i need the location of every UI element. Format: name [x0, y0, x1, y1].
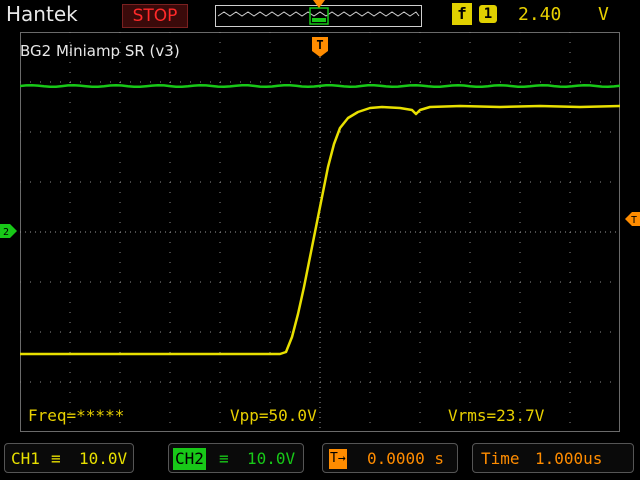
trigger-level-unit: V — [598, 4, 609, 25]
ch1-scale-button[interactable]: CH1 ≡ 10.0V — [4, 443, 134, 473]
dc-coupling-icon: ≡ — [51, 449, 61, 468]
timebase-label: Time — [481, 449, 520, 468]
trigger-source-badge: 1 — [479, 5, 497, 23]
ch2-scale-value: 10.0V — [247, 449, 296, 468]
trigger-level-value: 2.40 — [518, 4, 562, 25]
trigger-offset-value: 0.0000 s — [367, 449, 445, 468]
trigger-position-button[interactable]: T→ 0.0000 s — [322, 443, 458, 473]
ch2-label: CH2 — [173, 448, 206, 470]
vpp-measurement: Vpp=50.0V — [230, 406, 317, 425]
dc-coupling-icon: ≡ — [219, 449, 229, 468]
ch2-trace — [20, 83, 620, 89]
vrms-measurement: Vrms=23.7V — [448, 406, 545, 425]
ch2-scale-button[interactable]: CH2 ≡ 10.0V — [168, 443, 304, 473]
trigger-level-marker-icon[interactable]: T — [624, 210, 640, 228]
ch1-trace — [20, 104, 620, 356]
frequency-measurement: Freq=***** — [28, 406, 125, 425]
trigger-position-icon[interactable]: T — [311, 36, 329, 58]
graticule-svg — [20, 32, 620, 432]
trigger-position-glyph: T — [316, 38, 323, 52]
timebase-value: 1.000us — [535, 449, 603, 468]
channel-2-ground-marker-icon[interactable]: 2 — [0, 222, 18, 240]
trigger-marker-top-icon — [313, 0, 325, 8]
svg-text:2: 2 — [3, 227, 9, 238]
ch1-label: CH1 — [11, 449, 40, 468]
screen-title-label: BG2 Miniamp SR (v3) — [20, 42, 180, 60]
svg-text:T: T — [631, 215, 637, 226]
rising-edge-icon: f — [452, 3, 472, 25]
run-stop-indicator[interactable]: STOP — [122, 4, 188, 28]
timebase-button[interactable]: Time 1.000us — [472, 443, 634, 473]
waveform-display[interactable] — [20, 32, 620, 432]
ch1-scale-value: 10.0V — [79, 449, 128, 468]
top-status-bar: Hantek STOP f 1 2.40 V — [0, 0, 640, 30]
brand-logo: Hantek — [6, 2, 78, 26]
trigger-offset-icon: T→ — [329, 449, 347, 469]
